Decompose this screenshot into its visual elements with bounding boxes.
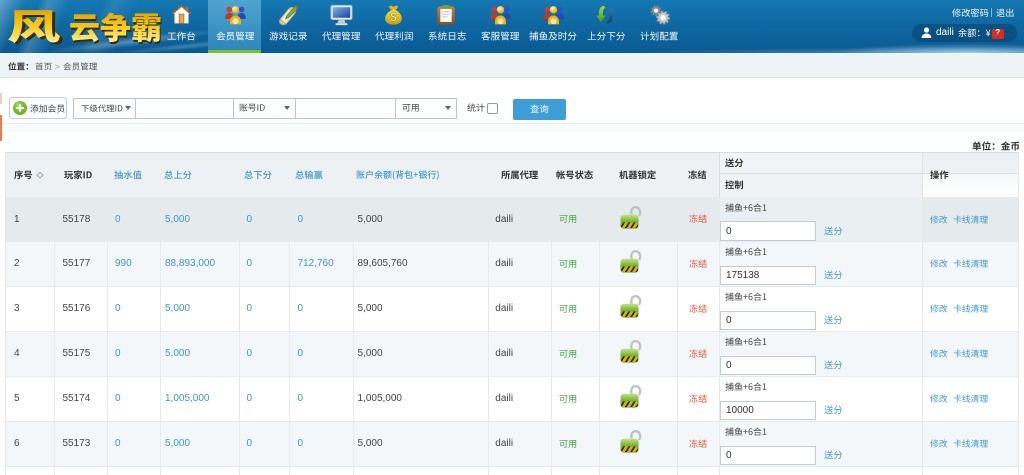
svg-text:$: $ — [390, 10, 397, 24]
